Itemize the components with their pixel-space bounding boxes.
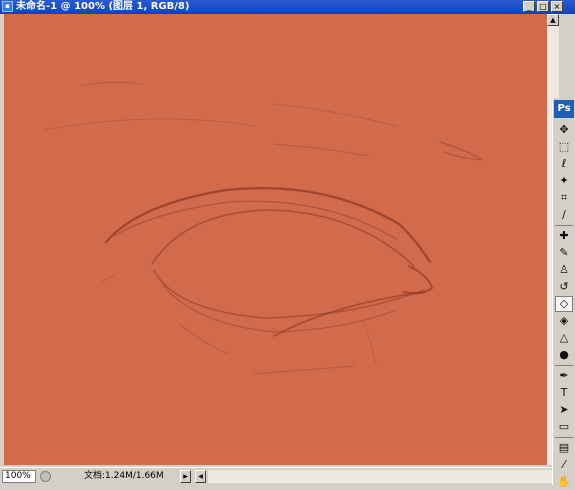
- zoom-menu-button[interactable]: [40, 471, 51, 482]
- maximize-button[interactable]: □: [537, 1, 549, 12]
- brush-tool-icon[interactable]: ✎: [555, 245, 573, 261]
- paint-bucket-icon[interactable]: ◈: [555, 313, 573, 329]
- sketch-stroke: [151, 209, 415, 267]
- eraser-tool-icon[interactable]: ◇: [555, 296, 573, 312]
- clone-stamp-icon[interactable]: ♙: [555, 262, 573, 278]
- slice-tool-icon[interactable]: ∕: [555, 207, 573, 223]
- horizontal-scrollbar[interactable]: [208, 470, 556, 483]
- toolbox-separator: [555, 225, 573, 226]
- status-menu-arrow[interactable]: ▶: [180, 470, 191, 483]
- sketch-stroke: [403, 265, 434, 295]
- window-title: 未命名-1 @ 100% (图层 1, RGB/8): [16, 1, 190, 12]
- sketch-stroke: [104, 187, 432, 264]
- status-bar: 100% 文档:1.24M/1.66M ▶ ◀: [0, 467, 559, 485]
- minimize-button[interactable]: _: [523, 1, 535, 12]
- sketch-stroke: [113, 200, 397, 240]
- sketch-stroke: [273, 291, 425, 337]
- sketch-stroke: [81, 81, 143, 87]
- sketch-stroke: [43, 118, 255, 131]
- sketch-stroke: [253, 365, 355, 375]
- notes-tool-icon[interactable]: ▤: [555, 440, 573, 456]
- window-titlebar[interactable]: ▪ 未命名-1 @ 100% (图层 1, RGB/8) _ □ ×: [0, 0, 575, 14]
- ps-logo: Ps: [554, 100, 574, 118]
- zoom-field[interactable]: 100%: [2, 470, 36, 483]
- scroll-left-arrow[interactable]: ◀: [195, 470, 206, 483]
- sketch-stroke: [439, 141, 483, 161]
- shape-tool-icon[interactable]: ▭: [555, 419, 573, 435]
- magic-wand-icon[interactable]: ✦: [555, 173, 573, 189]
- marquee-tool-icon[interactable]: ⬚: [555, 139, 573, 155]
- sketch-stroke: [273, 103, 397, 127]
- pen-tool-icon[interactable]: ✒: [555, 368, 573, 384]
- photoshop-doc-icon: ▪: [2, 1, 13, 12]
- toolbox-separator: [555, 437, 573, 438]
- scroll-up-arrow[interactable]: ▲: [547, 14, 559, 26]
- type-tool-icon[interactable]: T: [555, 385, 573, 401]
- document-canvas[interactable]: [4, 14, 547, 465]
- eye-sketch: [43, 81, 483, 375]
- sketch-stroke: [273, 143, 370, 157]
- crop-tool-icon[interactable]: ⌗: [555, 190, 573, 206]
- toolbox-panel: Ps ✥ ⬚ ℓ ✦ ⌗ ∕ ✚ ✎ ♙ ↺ ◇ ◈ △ ● ✒ T ➤ ▭ ▤ ⁄ ✋: [552, 98, 575, 488]
- sketch-stroke: [101, 275, 115, 283]
- close-button[interactable]: ×: [551, 1, 563, 12]
- path-selection-icon[interactable]: ➤: [555, 402, 573, 418]
- lasso-tool-icon[interactable]: ℓ: [555, 156, 573, 172]
- hand-tool-icon[interactable]: ✋: [555, 474, 573, 490]
- sketch-stroke: [363, 323, 377, 365]
- healing-brush-icon[interactable]: ✚: [555, 228, 573, 244]
- blur-tool-icon[interactable]: △: [555, 330, 573, 346]
- history-brush-icon[interactable]: ↺: [555, 279, 573, 295]
- move-tool-icon[interactable]: ✥: [555, 122, 573, 138]
- eyedropper-icon[interactable]: ⁄: [555, 457, 573, 473]
- dodge-tool-icon[interactable]: ●: [555, 347, 573, 363]
- sketch-stroke: [178, 323, 230, 355]
- document-info: 文档:1.24M/1.66M: [84, 471, 164, 481]
- toolbox-separator: [555, 365, 573, 366]
